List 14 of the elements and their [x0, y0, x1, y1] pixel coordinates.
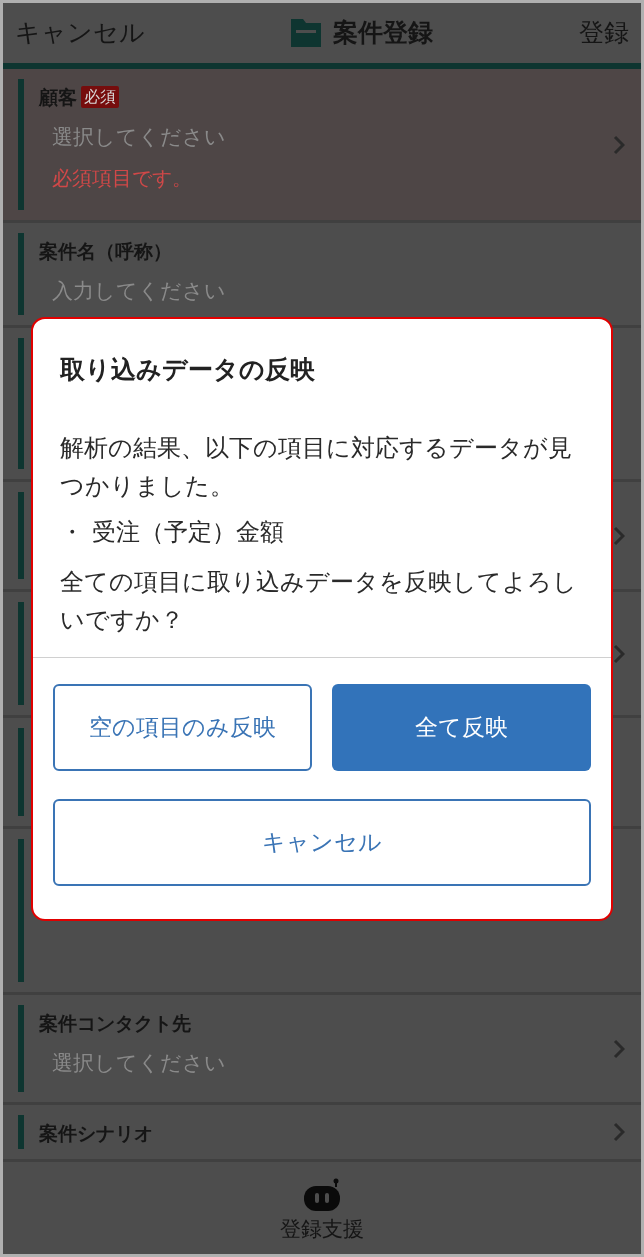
dialog-question: 全ての項目に取り込みデータを反映してよろしいですか？: [60, 566, 578, 636]
field-placeholder: 選択してください: [51, 1049, 227, 1077]
window-title: 案件登録: [333, 17, 433, 50]
dialog-list-item: ・ 受注（予定）金額: [60, 516, 285, 548]
dialog-message: 解析の結果、以下の項目に対応するデータが見つかりました。: [60, 432, 573, 502]
field-label: 顧客: [39, 85, 77, 110]
field-label: 案件コンタクト先: [39, 1011, 191, 1036]
field-label: 案件名（呼称）: [39, 239, 172, 264]
field-label: 案件シナリオ: [39, 1121, 153, 1146]
required-badge: 必須: [81, 86, 119, 109]
dialog-title: 取り込みデータの反映: [60, 354, 316, 386]
error-message: 必須項目です。: [51, 165, 193, 192]
field-placeholder: 入力してください: [51, 277, 227, 305]
field-placeholder: 選択してください: [51, 123, 227, 151]
